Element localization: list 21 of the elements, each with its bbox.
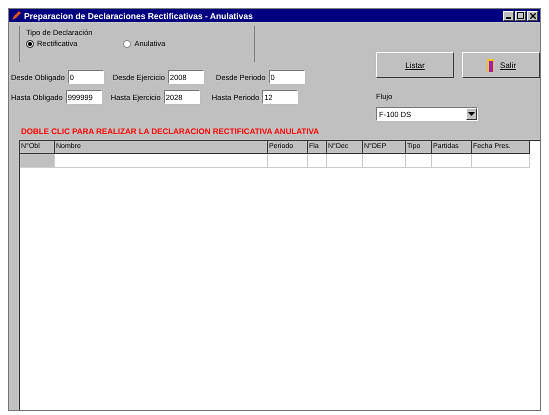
instruction-text: DOBLE CLIC PARA REALIZAR LA DECLARACION RECTIFICATIVA ANULATIVA <box>20 126 320 138</box>
table-cell <box>363 154 406 168</box>
window-title: Preparacion de Declaraciones Rectificativas - Anulativas <box>24 10 254 20</box>
table-cell <box>406 154 432 168</box>
close-button[interactable] <box>527 10 538 20</box>
table-cell <box>432 154 472 168</box>
door-icon <box>486 58 496 72</box>
toolbar-button[interactable]: Salir <box>462 52 540 78</box>
table-cell <box>472 154 530 168</box>
toolbar-button[interactable]: Listar <box>376 52 454 78</box>
table-cell <box>308 154 327 168</box>
maximize-icon <box>517 12 524 19</box>
dropdown-arrow-icon <box>468 112 475 116</box>
close-icon <box>530 12 536 18</box>
minimize-button[interactable] <box>503 10 514 20</box>
pencil-icon <box>11 10 21 20</box>
radio-button[interactable] <box>123 40 132 48</box>
maximize-button[interactable] <box>515 10 526 20</box>
table-cell <box>327 154 363 168</box>
table-cell <box>268 154 308 168</box>
radio-button[interactable] <box>26 40 34 48</box>
